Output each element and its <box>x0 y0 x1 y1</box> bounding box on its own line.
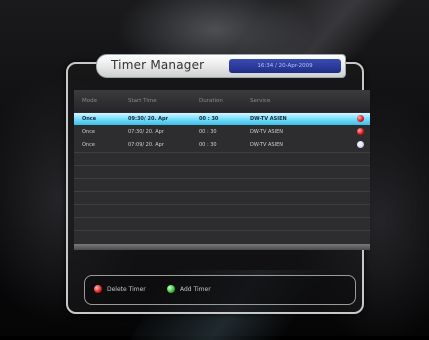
title-bar: Timer Manager 16:34 / 20-Apr-2009 <box>96 54 346 78</box>
delete-timer-label[interactable]: Delete Timer <box>107 286 146 293</box>
red-button-icon <box>94 285 102 293</box>
cell-service: DW-TV ASIEN <box>250 129 283 135</box>
column-header-mode: Mode <box>82 98 97 104</box>
column-header-service: Service <box>250 98 271 104</box>
row-divider <box>74 152 370 153</box>
page-title: Timer Manager <box>111 58 205 72</box>
row-divider <box>74 178 370 179</box>
green-button-icon <box>167 285 175 293</box>
cell-start-time: 09:30/ 20. Apr <box>128 116 168 122</box>
row-divider <box>74 230 370 231</box>
table-row[interactable]: Once 07:09/ 20. Apr 00 : 30 DW-TV ASIEN <box>74 139 370 151</box>
white-record-icon <box>357 141 364 148</box>
clock-display: 16:34 / 20-Apr-2009 <box>229 59 341 73</box>
column-header-duration: Duration <box>199 98 223 104</box>
cell-duration: 00 : 30 <box>199 129 217 135</box>
cell-service: DW-TV ASIEN <box>250 116 287 122</box>
table-row[interactable]: Once 09:30/ 20. Apr 00 : 30 DW-TV ASIEN <box>74 113 370 125</box>
row-divider <box>74 204 370 205</box>
table-header: Mode Start Time Duration Service <box>74 90 370 112</box>
help-bar: Delete Timer Add Timer <box>84 275 356 305</box>
red-record-icon <box>357 128 364 135</box>
table-footer <box>74 244 370 250</box>
row-divider <box>74 217 370 218</box>
cell-start-time: 07:09/ 20. Apr <box>128 142 164 148</box>
cell-start-time: 07:30/ 20. Apr <box>128 129 164 135</box>
cell-mode: Once <box>82 142 95 148</box>
timer-table: Mode Start Time Duration Service Once 09… <box>74 90 370 250</box>
cell-mode: Once <box>82 116 97 122</box>
cell-duration: 00 : 30 <box>199 142 217 148</box>
cell-service: DW-TV ASIEN <box>250 142 283 148</box>
cell-mode: Once <box>82 129 95 135</box>
row-divider <box>74 165 370 166</box>
red-record-icon <box>357 115 364 122</box>
row-divider <box>74 191 370 192</box>
cell-duration: 00 : 30 <box>199 116 219 122</box>
column-header-start-time: Start Time <box>128 98 157 104</box>
add-timer-label[interactable]: Add Timer <box>180 286 211 293</box>
table-row[interactable]: Once 07:30/ 20. Apr 00 : 30 DW-TV ASIEN <box>74 126 370 138</box>
